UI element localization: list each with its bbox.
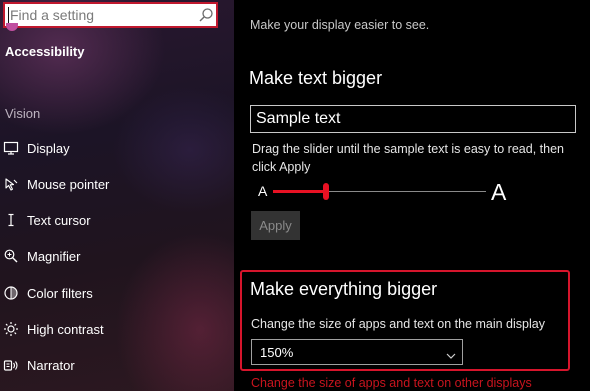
apply-button[interactable]: Apply [251,211,300,240]
slider-instruction: Drag the slider until the sample text is… [252,142,564,174]
section-title: Accessibility [5,44,85,59]
main-content: Make your display easier to see. Make te… [234,0,590,391]
sidebar-item-high-contrast[interactable]: High contrast [0,314,234,344]
search-input[interactable] [10,4,195,26]
text-caret [8,7,9,23]
narrator-icon [3,357,19,373]
group-label-vision: Vision [5,106,41,121]
scale-dropdown[interactable]: 150% [251,339,463,365]
slider-fill [273,190,327,193]
slider-min-label: A [258,183,268,199]
page-subtitle: Make your display easier to see. [250,18,430,32]
sidebar-item-color-filters[interactable]: Color filters [0,278,234,308]
cursor-marker [6,23,18,31]
sidebar-item-magnifier[interactable]: Magnifier [0,241,234,271]
sidebar-item-display[interactable]: Display [0,133,234,163]
sidebar-item-label: Narrator [27,357,75,373]
magnifier-icon [3,248,19,264]
text-size-slider[interactable] [273,183,486,200]
color-filters-icon [3,285,19,301]
sidebar-item-label: Magnifier [27,248,81,264]
slider-max-label: A [491,179,507,205]
sidebar-item-label: Color filters [27,285,93,301]
mouse-pointer-icon [3,176,19,192]
sidebar-item-label: Text cursor [27,212,91,228]
sidebar: Accessibility Vision Display Mouse point… [0,0,234,391]
sidebar-item-text-cursor[interactable]: Text cursor [0,205,234,235]
high-contrast-icon [3,321,19,337]
heading-make-everything-bigger: Make everything bigger [250,279,438,299]
sidebar-item-label: Display [27,140,70,156]
slider-thumb[interactable] [323,183,330,200]
search-icon[interactable] [198,7,214,23]
scale-label: Change the size of apps and text on the … [251,317,545,331]
display-icon [3,140,19,156]
sidebar-item-narrator[interactable]: Narrator [0,350,234,380]
search-box[interactable] [3,2,218,28]
sidebar-item-label: Mouse pointer [27,176,110,192]
sidebar-item-label: High contrast [27,321,104,337]
scale-selected-value: 150% [260,345,294,360]
chevron-down-icon [446,347,456,359]
sample-text-box: Sample text [250,105,576,133]
heading-make-text-bigger: Make text bigger [249,68,383,88]
sidebar-item-mouse-pointer[interactable]: Mouse pointer [0,169,234,199]
text-cursor-icon [3,212,19,228]
other-displays-link[interactable]: Change the size of apps and text on othe… [251,376,532,390]
